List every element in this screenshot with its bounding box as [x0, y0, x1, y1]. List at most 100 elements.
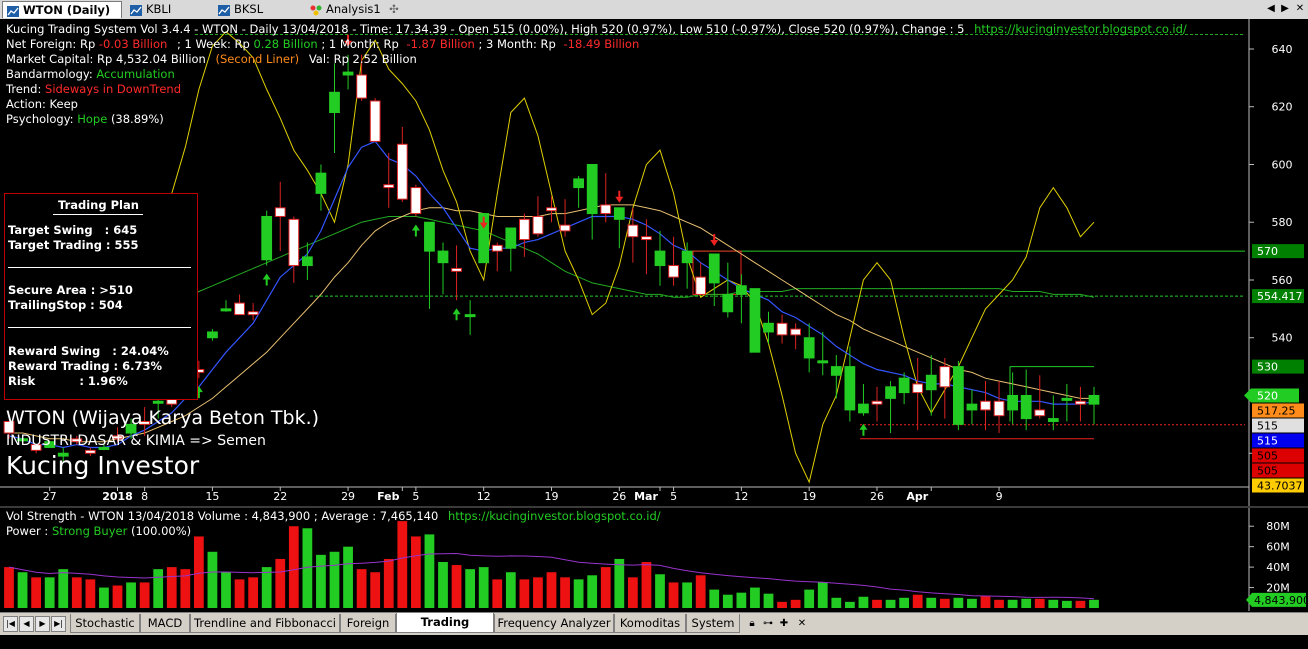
date-label: 5: [670, 490, 677, 503]
candle-body: [708, 253, 720, 284]
psychology-percent: (38.89%): [110, 112, 164, 126]
sheet-tab-macd[interactable]: MACD: [140, 614, 190, 633]
volume-bar: [899, 597, 910, 608]
price-label-text: 554.417: [1257, 290, 1303, 303]
close-sheet-icon[interactable]: ✕: [795, 616, 809, 631]
new-tab-button[interactable]: ✣: [384, 1, 404, 18]
volume-bar: [967, 598, 977, 608]
link-icon[interactable]: ⊶: [761, 616, 775, 631]
candle-body: [1020, 394, 1032, 420]
volume-bar: [994, 599, 1004, 608]
price-label: 530: [1252, 359, 1304, 374]
candle-body: [1007, 394, 1019, 411]
tab-wton-daily[interactable]: WTON (Daily): [2, 1, 122, 18]
volume-tick-label: 60M: [1266, 541, 1290, 554]
header-line-3: Market Capital: Rp 4,532.04 Billion (Sec…: [6, 52, 417, 67]
reward-swing: Reward Swing : 24.04%: [8, 344, 169, 358]
volume-bar: [478, 567, 489, 608]
divider: [8, 327, 191, 328]
volume-summary: Vol Strength - WTON 13/04/2018 Volume : …: [6, 509, 439, 523]
tab-kbli-daily[interactable]: KBLI (Daily): [126, 1, 212, 33]
price-label-text: 520: [1257, 389, 1278, 402]
price-label-text: 515: [1257, 434, 1278, 447]
candle-body: [627, 224, 639, 238]
trend-value: Sideways in DownTrend: [45, 82, 181, 96]
candle-body: [776, 322, 788, 336]
tab-bksl-daily[interactable]: BKSL (Daily): [214, 1, 304, 33]
candle-body: [1047, 418, 1059, 422]
sheet-tab-trading-system[interactable]: Trading System: [396, 613, 494, 647]
prev-sheet-icon[interactable]: ◀: [19, 616, 34, 632]
date-label: 19: [802, 490, 816, 503]
volume-bar: [546, 572, 557, 608]
candle-body: [925, 374, 937, 391]
volume-bar: [153, 569, 164, 608]
sheet-tab-frequency-analyzer[interactable]: Frequency Analyzer: [494, 614, 614, 633]
candle-body: [207, 331, 218, 339]
price-label-text: 505: [1257, 449, 1278, 462]
candle-body: [288, 218, 300, 267]
price-tick-label: 540: [1272, 332, 1293, 345]
sheet-tab-stochastic[interactable]: Stochastic: [70, 614, 140, 633]
candle-body: [234, 302, 245, 316]
volume-bar: [4, 567, 14, 608]
volume-bar: [844, 601, 855, 608]
volume-bar: [438, 562, 448, 608]
volume-bar: [953, 597, 964, 608]
close-icon[interactable]: ✕: [1293, 2, 1307, 16]
add-sheet-icon[interactable]: ✚: [777, 616, 791, 631]
header-line-7: Psychology: Hope (38.89%): [6, 112, 164, 127]
candle-body: [573, 178, 585, 189]
volume-tick-label: 20M: [1266, 582, 1290, 595]
date-label: Feb: [377, 490, 400, 503]
price-label: 515: [1252, 433, 1304, 448]
psychology-label: Psychology:: [6, 112, 74, 126]
month-label: ; 1 Month: Rp: [321, 37, 399, 51]
price-tick-label: 640: [1272, 43, 1293, 56]
first-sheet-icon[interactable]: |◀: [3, 616, 18, 632]
psychology-value: Hope: [77, 112, 108, 126]
scroll-left-icon[interactable]: ◀: [1264, 2, 1278, 16]
volume-bar: [166, 567, 177, 608]
sheet-tab-trendline[interactable]: Trendline and Fibbonacci: [190, 614, 340, 633]
week-value: 0.28 Billion: [253, 37, 318, 51]
tab-analysis1[interactable]: Analysis1: [306, 1, 384, 18]
risk: Risk : 1.96%: [8, 374, 128, 388]
sheet-tab-komoditas[interactable]: Komoditas: [614, 614, 686, 633]
volume-bar: [126, 582, 136, 608]
divider: [8, 267, 191, 268]
volume-bar: [600, 567, 611, 608]
volume-bar: [790, 599, 801, 608]
candle-body: [356, 74, 368, 99]
candle-body: [559, 224, 571, 232]
date-label: 2018: [102, 490, 133, 503]
candle-body: [641, 236, 652, 241]
volume-bar: [1021, 598, 1032, 608]
sheet-tab-foreign[interactable]: Foreign: [340, 614, 396, 633]
lock-icon[interactable]: 🔒︎: [745, 616, 759, 631]
volume-bar: [451, 565, 462, 608]
candle-body: [451, 267, 462, 272]
volume-url-link[interactable]: https://kucinginvestor.blogspot.co.id/: [448, 509, 661, 523]
candle-body: [1075, 400, 1086, 405]
company-name: WTON (Wijaya Karya Beton Tbk.): [6, 407, 320, 429]
volume-bar: [288, 526, 299, 608]
candle-body: [1088, 394, 1100, 405]
price-tick-label: 580: [1272, 216, 1293, 229]
header-url-link[interactable]: https://kucinginvestor.blogspot.co.id/: [974, 22, 1187, 36]
volume-bar: [926, 597, 937, 608]
candle-body: [505, 227, 517, 249]
volume-bar: [533, 577, 543, 608]
volume-bar: [750, 587, 760, 608]
next-sheet-icon[interactable]: ▶: [35, 616, 50, 632]
candle-body: [220, 308, 232, 312]
volume-bar: [383, 558, 394, 608]
date-label: 27: [43, 490, 57, 503]
sheet-tab-system[interactable]: System: [686, 614, 740, 633]
candle-body: [301, 256, 313, 267]
price-label-text: 570: [1257, 245, 1278, 258]
last-sheet-icon[interactable]: ▶|: [51, 616, 66, 632]
volume-bar: [939, 598, 950, 608]
scroll-right-icon[interactable]: ▶: [1278, 2, 1292, 16]
candle-body: [383, 184, 395, 189]
